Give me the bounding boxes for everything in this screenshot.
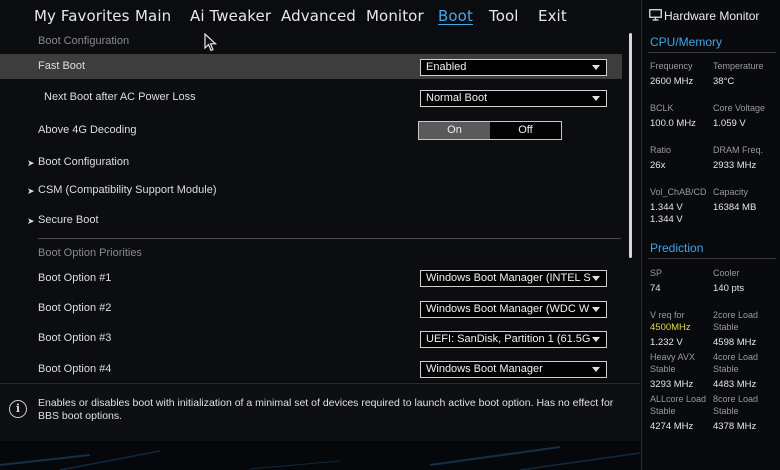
dram-freq-value: 2933 MHz: [713, 160, 757, 171]
monitor-icon: [649, 9, 662, 21]
boot-option-3-value: UEFI: SanDisk, Partition 1 (61.5G: [426, 333, 591, 345]
vol-chab-value-2: 1.344 V: [650, 214, 683, 225]
tab-main[interactable]: Main: [135, 7, 171, 25]
capacity-label: Capacity: [713, 187, 749, 197]
4core-value: 4483 MHz: [713, 379, 757, 390]
sp-value: 74: [650, 283, 661, 294]
boot-option-1-label: Boot Option #1: [38, 272, 112, 284]
vreq-frequency: 4500MHz: [650, 322, 691, 333]
frequency-value: 2600 MHz: [650, 76, 694, 87]
hardware-monitor-panel: Hardware Monitor CPU/Memory Frequency Te…: [641, 0, 780, 470]
boot-option-1-value: Windows Boot Manager (INTEL S: [426, 272, 591, 284]
allcore-value: 4274 MHz: [650, 421, 694, 432]
2core-value: 4598 MHz: [713, 337, 757, 348]
tab-ai-tweaker[interactable]: Ai Tweaker: [190, 7, 271, 25]
section-header-boot-priorities: Boot Option Priorities: [38, 247, 142, 259]
next-boot-select[interactable]: Normal Boot: [420, 90, 607, 107]
top-nav: My Favorites Main Ai Tweaker Advanced Mo…: [0, 0, 640, 31]
4core-load-label: 4core Load: [713, 352, 759, 362]
chevron-down-icon: [592, 65, 600, 70]
help-bar: i Enables or disables boot with initiali…: [0, 383, 640, 441]
cooler-label: Cooler: [713, 268, 740, 278]
8core-stable-label: Stable: [713, 406, 739, 416]
boot-option-3-label: Boot Option #3: [38, 332, 112, 344]
chevron-right-icon: ➤: [27, 158, 35, 168]
prediction-section-title: Prediction: [650, 241, 704, 255]
decorative-background: [0, 441, 640, 470]
boot-option-4-label: Boot Option #4: [38, 363, 112, 375]
boot-settings-panel: Boot Configuration Fast Boot Enabled Nex…: [0, 31, 640, 381]
8core-load-label: 8core Load: [713, 394, 759, 404]
2core-stable-label: Stable: [713, 322, 739, 332]
toggle-on-option[interactable]: On: [419, 122, 490, 139]
heavy-avx-label: Heavy AVX: [650, 352, 695, 362]
submenu-csm[interactable]: CSM (Compatibility Support Module): [38, 184, 217, 196]
8core-value: 4378 MHz: [713, 421, 757, 432]
2core-load-label: 2core Load: [713, 310, 759, 320]
section-divider: [648, 258, 776, 259]
boot-option-4-value: Windows Boot Manager: [426, 363, 543, 375]
ratio-value: 26x: [650, 160, 666, 171]
scrollbar[interactable]: [629, 33, 632, 258]
allcore-stable-label: Stable: [650, 406, 676, 416]
submenu-boot-configuration[interactable]: Boot Configuration: [38, 156, 129, 168]
tab-advanced[interactable]: Advanced: [281, 7, 356, 25]
bclk-label: BCLK: [650, 103, 674, 113]
next-boot-label: Next Boot after AC Power Loss: [44, 91, 196, 103]
boot-option-2-value: Windows Boot Manager (WDC W: [426, 303, 590, 315]
capacity-value: 16384 MB: [713, 202, 757, 213]
hardware-monitor-title: Hardware Monitor: [664, 9, 760, 23]
vol-chab-value-1: 1.344 V: [650, 202, 683, 213]
chevron-right-icon: ➤: [27, 216, 35, 226]
tab-my-favorites[interactable]: My Favorites: [34, 7, 130, 25]
submenu-secure-boot[interactable]: Secure Boot: [38, 214, 99, 226]
fast-boot-value: Enabled: [426, 61, 467, 73]
chevron-right-icon: ➤: [27, 186, 35, 196]
core-voltage-label: Core Voltage: [713, 103, 766, 113]
core-voltage-value: 1.059 V: [713, 118, 746, 129]
dram-freq-label: DRAM Freq.: [713, 145, 764, 155]
ratio-label: Ratio: [650, 145, 672, 155]
section-divider: [38, 238, 621, 239]
info-icon: i: [9, 400, 27, 418]
section-header-boot-configuration: Boot Configuration: [38, 35, 130, 47]
heavy-avx-stable-label: Stable: [650, 364, 676, 374]
boot-option-3-select[interactable]: UEFI: SanDisk, Partition 1 (61.5G: [420, 331, 607, 348]
help-description: Enables or disables boot with initializa…: [38, 397, 614, 422]
tab-boot[interactable]: Boot: [438, 7, 473, 25]
allcore-load-label: ALLcore Load: [650, 394, 707, 404]
tab-monitor[interactable]: Monitor: [366, 7, 424, 25]
bclk-value: 100.0 MHz: [650, 118, 696, 129]
chevron-down-icon: [592, 276, 600, 281]
frequency-label: Frequency: [650, 61, 693, 71]
boot-option-2-select[interactable]: Windows Boot Manager (WDC W: [420, 301, 607, 318]
tab-exit[interactable]: Exit: [538, 7, 567, 25]
section-divider: [648, 52, 776, 53]
temperature-label: Temperature: [713, 61, 764, 71]
temperature-value: 38°C: [713, 76, 735, 87]
vreq-label: V req for: [650, 310, 685, 320]
vreq-value: 1.232 V: [650, 337, 683, 348]
above-4g-label: Above 4G Decoding: [38, 124, 137, 136]
vol-chab-label: Vol_ChAB/CD: [650, 187, 707, 197]
heavy-avx-value: 3293 MHz: [650, 379, 694, 390]
above-4g-toggle[interactable]: On Off: [418, 121, 562, 140]
tab-tool[interactable]: Tool: [489, 7, 519, 25]
sp-label: SP: [650, 268, 663, 278]
cooler-value: 140 pts: [713, 283, 745, 294]
fast-boot-select[interactable]: Enabled: [420, 59, 607, 76]
chevron-down-icon: [592, 96, 600, 101]
boot-option-2-label: Boot Option #2: [38, 302, 112, 314]
toggle-off-option[interactable]: Off: [490, 122, 561, 139]
next-boot-value: Normal Boot: [426, 92, 488, 104]
chevron-down-icon: [592, 337, 600, 342]
mouse-cursor-icon: [204, 33, 218, 52]
boot-option-4-select[interactable]: Windows Boot Manager: [420, 361, 607, 378]
fast-boot-label: Fast Boot: [38, 60, 86, 72]
boot-option-1-select[interactable]: Windows Boot Manager (INTEL S: [420, 270, 607, 287]
4core-stable-label: Stable: [713, 364, 739, 374]
chevron-down-icon: [592, 307, 600, 312]
chevron-down-icon: [592, 367, 600, 372]
cpu-memory-section-title: CPU/Memory: [650, 35, 723, 49]
